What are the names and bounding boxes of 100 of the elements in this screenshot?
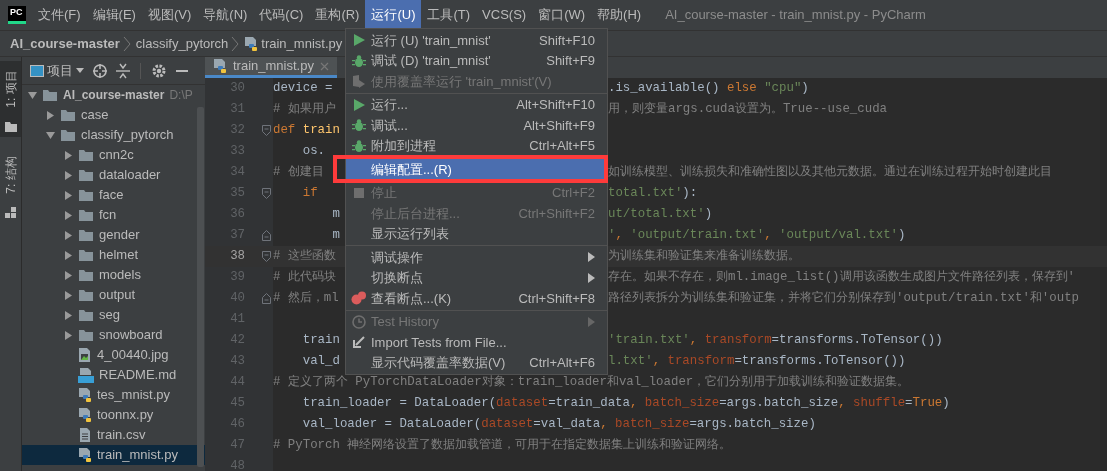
menu-item[interactable]: 调试... Alt+Shift+F9 — [346, 115, 607, 136]
code-text: os. — [301, 144, 326, 159]
tree-item[interactable]: cnn2c — [22, 145, 205, 165]
menu-bar-item[interactable]: 工具(T) — [421, 0, 477, 30]
code-text: 路径列表拆分为训练集和验证集，并将它们分别保存到'output/train.txt'和'outp — [608, 290, 1080, 308]
collapsed-arrow-icon[interactable] — [63, 290, 73, 300]
tree-item[interactable]: case — [22, 105, 205, 125]
menu-bar-item[interactable]: 运行(U) — [365, 0, 422, 30]
code-text: l.txt', transform=transforms.ToTensor()) — [608, 353, 906, 371]
code-text: 如训练模型、训练损失和准确性图以及其他元数据。通过在训练过程开始时创建此目 — [608, 164, 1052, 182]
tree-item[interactable]: gender — [22, 225, 205, 245]
code-text: def train — [273, 123, 340, 138]
coverage-run-icon — [352, 74, 366, 89]
tree-item[interactable]: train_mnist.py — [22, 445, 205, 465]
menu-item[interactable]: 显示代码覆盖率数据(V) Ctrl+Alt+F6 — [346, 352, 607, 373]
menu-item[interactable]: 运行 (U) 'train_mnist' Shift+F10 — [346, 30, 607, 51]
collapsed-arrow-icon[interactable] — [45, 110, 55, 120]
locate-icon[interactable] — [92, 62, 108, 79]
menu-bar-item[interactable]: 编辑(E) — [86, 0, 142, 30]
code-text: m — [331, 207, 340, 222]
code-text: ut/total.txt') — [608, 206, 713, 224]
app-logo: PC — [8, 6, 26, 24]
collapsed-arrow-icon[interactable] — [63, 230, 73, 240]
code-text: # PyTorch 神经网络设置了数据加载管道，可用于在指定数据集上训练和验证网络。 — [273, 438, 732, 453]
menu-item[interactable]: 调试操作 — [346, 247, 607, 268]
menu-item[interactable]: 运行... Alt+Shift+F10 — [346, 94, 607, 115]
fold-marker-icon[interactable] — [262, 125, 271, 136]
breadcrumb-item[interactable]: train_mnist.py — [244, 33, 343, 54]
tree-item[interactable]: dataloader — [22, 165, 205, 185]
tree-item[interactable]: tes_mnist.py — [22, 385, 205, 405]
code-text: # 定义了两个 PyTorchDataLoader对象：train_loader和val_loader，它们分别用于加载训练和验证数据集。 — [273, 375, 910, 390]
menu-item[interactable]: 编辑配置...(R) — [346, 159, 607, 180]
tree-item[interactable]: face — [22, 185, 205, 205]
collapsed-arrow-icon[interactable] — [63, 170, 73, 180]
view-selector[interactable]: 项目 — [30, 60, 84, 81]
submenu-arrow-icon — [588, 272, 595, 283]
menu-item[interactable]: Import Tests from File... — [346, 332, 607, 353]
folder-icon — [78, 308, 94, 322]
fold-marker-icon[interactable] — [262, 188, 271, 199]
tool-window-tab[interactable]: 1: 项目 — [0, 61, 21, 137]
expanded-arrow-icon[interactable] — [45, 130, 55, 140]
python-file-icon — [78, 387, 92, 403]
collapsed-arrow-icon[interactable] — [63, 210, 73, 220]
fold-marker-icon[interactable] — [262, 251, 271, 262]
code-text: device = — [273, 81, 334, 96]
code-text: m — [331, 228, 340, 243]
menu-bar-item[interactable]: 文件(F) — [32, 0, 87, 30]
text-file-icon — [78, 427, 92, 443]
submenu-arrow-icon — [588, 252, 595, 263]
menu-bar-item[interactable]: 窗口(W) — [532, 0, 592, 30]
bug-icon — [352, 53, 366, 68]
tree-item[interactable]: output — [22, 285, 205, 305]
tree-item[interactable]: AI_course-master D:\P — [22, 85, 205, 105]
tree-item[interactable]: snowboard — [22, 325, 205, 345]
tree-item[interactable]: toonnx.py — [22, 405, 205, 425]
tree-item[interactable]: models — [22, 265, 205, 285]
collapsed-arrow-icon[interactable] — [63, 150, 73, 160]
shortcut-text: Alt+Shift+F10 — [516, 96, 595, 114]
settings-icon[interactable] — [151, 62, 167, 79]
tree-item[interactable]: README.md — [22, 365, 205, 385]
expanded-arrow-icon[interactable] — [27, 90, 37, 100]
menu-item[interactable]: 调试 (D) 'train_mnist' Shift+F9 — [346, 50, 607, 71]
menu-item[interactable]: 附加到进程 Ctrl+Alt+F5 — [346, 135, 607, 156]
fold-marker-icon[interactable] — [262, 230, 271, 241]
tree-item[interactable]: helmet — [22, 245, 205, 265]
menu-bar-item[interactable]: VCS(S) — [476, 0, 533, 30]
menu-bar-item[interactable]: 重构(R) — [309, 0, 366, 30]
collapsed-arrow-icon[interactable] — [63, 330, 73, 340]
fold-marker-icon[interactable] — [262, 293, 271, 304]
tree-item[interactable]: fcn — [22, 205, 205, 225]
menu-bar-item[interactable]: 帮助(H) — [591, 0, 648, 30]
collapsed-arrow-icon[interactable] — [63, 190, 73, 200]
clock-icon — [352, 314, 366, 329]
tool-window-tab[interactable]: 7: 结构 — [0, 147, 21, 223]
tree-item[interactable]: 4_00440.jpg — [22, 345, 205, 365]
menu-item[interactable]: 切换断点 — [346, 267, 607, 288]
collapse-all-icon[interactable] — [116, 62, 130, 79]
python-file-icon — [244, 35, 259, 52]
collapsed-arrow-icon[interactable] — [63, 250, 73, 260]
code-text: 为训练集和验证集来准备训练数据。 — [608, 248, 800, 266]
tree-item[interactable]: seg — [22, 305, 205, 325]
tree-item[interactable]: train.csv — [22, 425, 205, 445]
shortcut-text: Shift+F10 — [539, 31, 595, 50]
menu-item[interactable]: 显示运行列表 — [346, 223, 607, 244]
folder-icon — [78, 148, 94, 162]
python-file-icon — [78, 447, 92, 463]
breadcrumb-item[interactable]: AI_course-master — [10, 33, 120, 54]
scrollbar-thumb[interactable] — [197, 107, 204, 467]
tree-item[interactable]: classify_pytorch — [22, 125, 205, 145]
code-text: # 创建目 — [273, 165, 324, 180]
menu-bar-item[interactable]: 导航(N) — [197, 0, 254, 30]
menu-item[interactable]: 查看断点...(K) Ctrl+Shift+F8 — [346, 288, 607, 309]
breadcrumb-item[interactable]: classify_pytorch — [135, 33, 229, 54]
editor-tab[interactable]: train_mnist.py — [205, 57, 337, 78]
menu-bar-item[interactable]: 代码(C) — [253, 0, 310, 30]
collapsed-arrow-icon[interactable] — [63, 270, 73, 280]
collapsed-arrow-icon[interactable] — [63, 310, 73, 320]
folder-icon — [78, 168, 94, 182]
menu-bar-item[interactable]: 视图(V) — [141, 0, 198, 30]
code-text: 'train.txt', transform=transforms.ToTensor()) — [608, 332, 943, 350]
